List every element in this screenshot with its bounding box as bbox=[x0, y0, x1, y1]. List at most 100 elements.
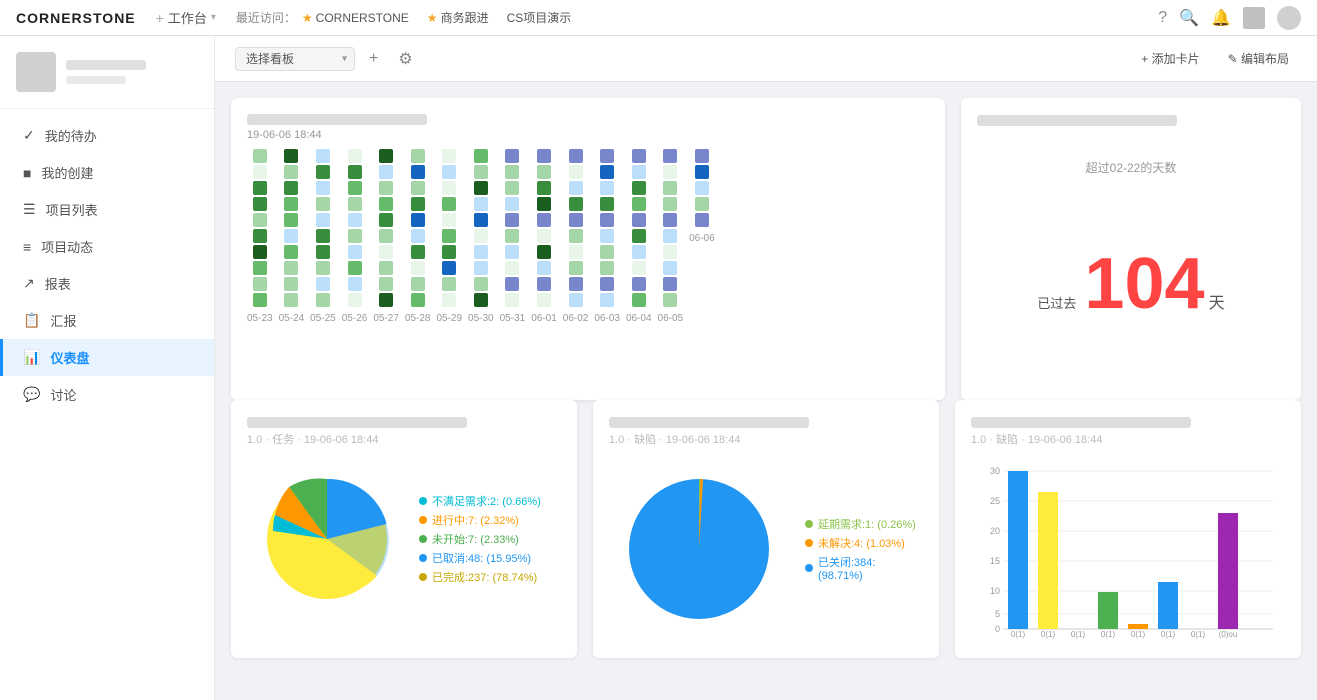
pie2-content: 延期需求:1: (0.26%) 未解决:4: (1.03%) 已关闭:384: … bbox=[609, 459, 923, 642]
sidebar-item-dashboard[interactable]: 📊 仪表盘 bbox=[0, 339, 214, 376]
heatmap-cell bbox=[411, 197, 425, 211]
heatmap-cell bbox=[348, 261, 362, 275]
heatmap-cell bbox=[632, 181, 646, 195]
heatmap-cell bbox=[632, 277, 646, 291]
recent-item-2[interactable]: ★商务跟进 bbox=[427, 9, 495, 26]
sidebar: ✓ 我的待办 ■ 我的创建 ☰ 项目列表 ≡ 项目动态 ↗ 报表 📋 汇报 bbox=[0, 36, 215, 700]
heatmap-cell bbox=[411, 149, 425, 163]
heatmap-cell bbox=[663, 261, 677, 275]
heatmap-cell bbox=[569, 229, 583, 243]
heatmap-date-label: 06-02 bbox=[563, 313, 589, 324]
legend-item: 已关闭:384: (98.71%) bbox=[805, 554, 923, 582]
sidebar-item-my-todo[interactable]: ✓ 我的待办 bbox=[0, 117, 214, 154]
recent-item-1[interactable]: ★CORNERSTONE bbox=[302, 11, 415, 25]
topnav-icons: ? 🔍 🔔 bbox=[1158, 6, 1301, 30]
pie-chart-1-card: 1.0 · 任务 · 19-06-06 18:44 bbox=[231, 400, 577, 658]
heatmap-cell bbox=[411, 165, 425, 179]
avatar[interactable] bbox=[1277, 6, 1301, 30]
heatmap-cell bbox=[663, 229, 677, 243]
bar-chart-card: 1.0 · 缺陷 · 19-06-06 18:44 30 25 20 15 10… bbox=[955, 400, 1301, 658]
sidebar-item-project-list[interactable]: ☰ 项目列表 bbox=[0, 191, 214, 228]
legend-dot bbox=[419, 573, 427, 581]
heatmap-cell bbox=[411, 293, 425, 307]
heatmap-cell bbox=[348, 181, 362, 195]
search-icon[interactable]: 🔍 bbox=[1179, 8, 1199, 28]
notification-icon[interactable]: 🔔 bbox=[1211, 8, 1231, 28]
workbench-nav[interactable]: + 工作台 ▾ bbox=[156, 8, 216, 27]
heatmap-date-label: 06-04 bbox=[626, 313, 652, 324]
heatmap-date-label: 05-28 bbox=[405, 313, 431, 324]
sidebar-item-summary[interactable]: 📋 汇报 bbox=[0, 302, 214, 339]
heatmap-cell bbox=[474, 181, 488, 195]
settings-button[interactable]: ⚙ bbox=[392, 47, 418, 71]
heatmap-cell bbox=[411, 277, 425, 291]
heatmap-cell bbox=[474, 245, 488, 259]
chart-icon: ↗ bbox=[23, 275, 35, 292]
heatmap-cell bbox=[348, 197, 362, 211]
svg-text:0(1): 0(1) bbox=[1011, 630, 1026, 639]
card4-header: 1.0 · 缺陷 · 19-06-06 18:44 bbox=[609, 416, 923, 447]
heatmap-cell bbox=[663, 149, 677, 163]
heatmap-cell bbox=[569, 261, 583, 275]
bar-chart-wrapper: 30 25 20 15 10 5 0 bbox=[971, 459, 1285, 642]
sidebar-item-my-created[interactable]: ■ 我的创建 bbox=[0, 154, 214, 191]
heatmap-cell bbox=[316, 197, 330, 211]
add-board-button[interactable]: + bbox=[363, 48, 384, 70]
heatmap-cell bbox=[348, 229, 362, 243]
heatmap-cell bbox=[569, 277, 583, 291]
heatmap-cell bbox=[348, 165, 362, 179]
avatar bbox=[16, 52, 56, 92]
heatmap-cell bbox=[348, 293, 362, 307]
sidebar-item-label: 项目列表 bbox=[46, 200, 98, 219]
sidebar-item-reports[interactable]: ↗ 报表 bbox=[0, 265, 214, 302]
legend-label: 不满足需求:2: (0.66%) bbox=[432, 493, 541, 509]
add-card-button[interactable]: + 添加卡片 bbox=[1133, 46, 1207, 71]
bar bbox=[1158, 582, 1178, 629]
heatmap-cell bbox=[632, 245, 646, 259]
card4-title bbox=[609, 417, 809, 428]
chat-icon: 💬 bbox=[23, 386, 40, 403]
sidebar-item-discuss[interactable]: 💬 讨论 bbox=[0, 376, 214, 413]
legend-label: 延期需求:1: (0.26%) bbox=[818, 516, 916, 532]
main-layout: ✓ 我的待办 ■ 我的创建 ☰ 项目列表 ≡ 项目动态 ↗ 报表 📋 汇报 bbox=[0, 36, 1317, 700]
heatmap-date-label: 05-30 bbox=[468, 313, 494, 324]
pie1-svg bbox=[247, 459, 407, 619]
svg-text:5: 5 bbox=[995, 609, 1000, 619]
heatmap-column: 05-31 bbox=[500, 149, 526, 324]
heatmap-cell bbox=[348, 277, 362, 291]
legend-dot bbox=[419, 554, 427, 562]
grid-icon[interactable] bbox=[1243, 7, 1265, 29]
heatmap-date-label: 06-03 bbox=[594, 313, 620, 324]
board-select[interactable]: 选择看板 bbox=[235, 47, 355, 71]
list-icon: ☰ bbox=[23, 201, 36, 218]
heatmap-cell bbox=[411, 245, 425, 259]
bar bbox=[1038, 492, 1058, 629]
heatmap-cell bbox=[379, 213, 393, 227]
heatmap-cell bbox=[316, 293, 330, 307]
heatmap-cell bbox=[505, 261, 519, 275]
heatmap-cell bbox=[379, 261, 393, 275]
topnav: CORNERSTONE + 工作台 ▾ 最近访问： ★CORNERSTONE ★… bbox=[0, 0, 1317, 36]
edit-layout-button[interactable]: ✎ 编辑布局 bbox=[1220, 46, 1297, 71]
legend-dot bbox=[805, 539, 813, 547]
svg-text:(0)ou: (0)ou bbox=[1219, 630, 1238, 639]
recent-item-3[interactable]: CS项目演示 bbox=[507, 9, 578, 26]
main-content: 选择看板 + ⚙ + 添加卡片 ✎ 编辑布局 bbox=[215, 36, 1317, 700]
card3-title bbox=[247, 417, 467, 428]
heatmap-cell bbox=[474, 229, 488, 243]
sidebar-item-label: 报表 bbox=[45, 274, 71, 293]
sidebar-item-project-updates[interactable]: ≡ 项目动态 bbox=[0, 228, 214, 265]
heatmap-column: 05-25 bbox=[310, 149, 336, 324]
heatmap-cell bbox=[442, 229, 456, 243]
heatmap-cell bbox=[442, 165, 456, 179]
heatmap-cell bbox=[379, 165, 393, 179]
heatmap-cell bbox=[253, 197, 267, 211]
heatmap-container: 05-2305-2405-2505-2605-2705-2805-2905-30… bbox=[247, 149, 929, 332]
heatmap-cell bbox=[253, 213, 267, 227]
heatmap-cell bbox=[632, 149, 646, 163]
svg-text:0(1): 0(1) bbox=[1071, 630, 1086, 639]
svg-text:20: 20 bbox=[990, 526, 1000, 536]
help-icon[interactable]: ? bbox=[1158, 9, 1167, 27]
recent-visits: 最近访问： ★CORNERSTONE ★商务跟进 CS项目演示 bbox=[236, 9, 1158, 26]
legend-label: 已关闭:384: (98.71%) bbox=[818, 554, 923, 582]
